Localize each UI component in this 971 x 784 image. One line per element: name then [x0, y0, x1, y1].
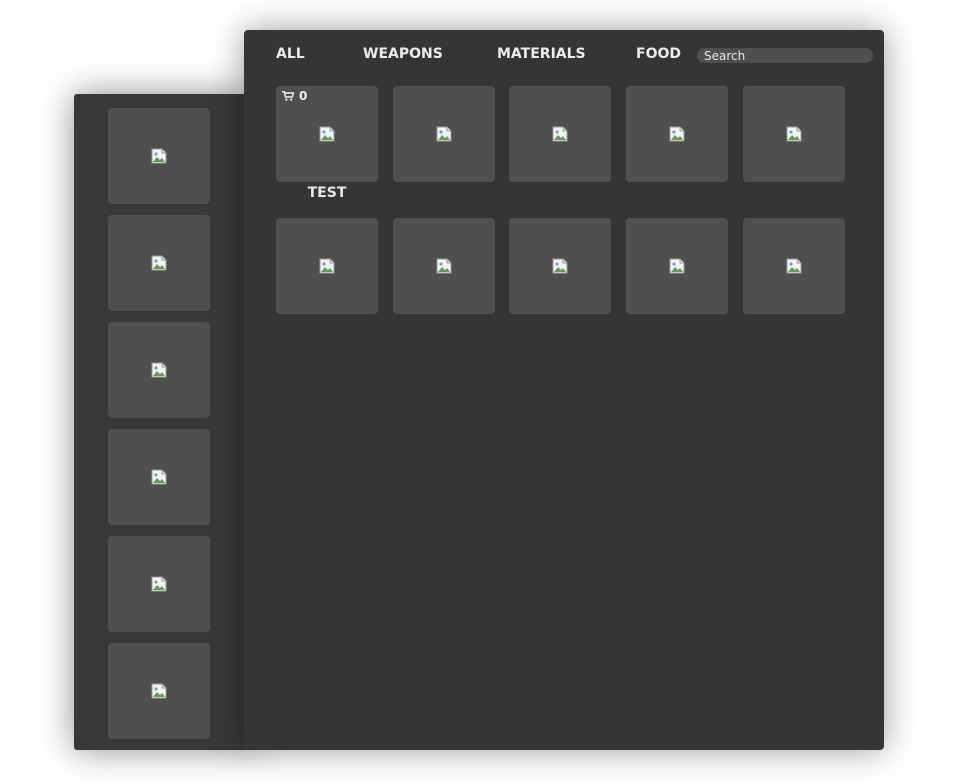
- inventory-panel: ALL WEAPONS MATERIALS FOOD 0 TEST: [244, 30, 884, 750]
- broken-image-icon: [151, 683, 167, 699]
- quickbar-slot-4[interactable]: [108, 429, 210, 525]
- search-input[interactable]: [697, 48, 873, 63]
- quickbar-slot-2[interactable]: [108, 215, 210, 311]
- broken-image-icon: [436, 258, 452, 274]
- item-slot-5[interactable]: [743, 86, 845, 182]
- tab-food[interactable]: FOOD: [636, 46, 681, 62]
- broken-image-icon: [786, 258, 802, 274]
- broken-image-icon: [552, 126, 568, 142]
- item-slot-2[interactable]: [393, 86, 495, 182]
- item-cost-value: 0: [299, 89, 308, 103]
- tab-weapons[interactable]: WEAPONS: [363, 46, 443, 62]
- broken-image-icon: [151, 469, 167, 485]
- broken-image-icon: [151, 255, 167, 271]
- broken-image-icon: [151, 576, 167, 592]
- broken-image-icon: [552, 258, 568, 274]
- quickbar-slot-3[interactable]: [108, 322, 210, 418]
- broken-image-icon: [669, 258, 685, 274]
- broken-image-icon: [319, 258, 335, 274]
- broken-image-icon: [786, 126, 802, 142]
- item-cost: 0: [282, 89, 307, 103]
- cart-icon: [282, 91, 294, 101]
- quickbar-panel: [74, 94, 254, 750]
- inventory-screen: ALL WEAPONS MATERIALS FOOD 0 TEST: [0, 0, 971, 784]
- item-slot-7[interactable]: [393, 218, 495, 314]
- tab-materials[interactable]: MATERIALS: [497, 46, 586, 62]
- broken-image-icon: [151, 362, 167, 378]
- item-slot-8[interactable]: [509, 218, 611, 314]
- item-slot-10[interactable]: [743, 218, 845, 314]
- item-name: TEST: [307, 185, 347, 201]
- broken-image-icon: [436, 126, 452, 142]
- tab-all[interactable]: ALL: [276, 46, 305, 62]
- quickbar-slot-6[interactable]: [108, 643, 210, 739]
- broken-image-icon: [151, 148, 167, 164]
- broken-image-icon: [669, 126, 685, 142]
- item-slot-1[interactable]: 0: [276, 86, 378, 182]
- quickbar-slot-5[interactable]: [108, 536, 210, 632]
- broken-image-icon: [319, 126, 335, 142]
- quickbar-slot-1[interactable]: [108, 108, 210, 204]
- item-slot-3[interactable]: [509, 86, 611, 182]
- item-slot-9[interactable]: [626, 218, 728, 314]
- item-slot-6[interactable]: [276, 218, 378, 314]
- item-slot-4[interactable]: [626, 86, 728, 182]
